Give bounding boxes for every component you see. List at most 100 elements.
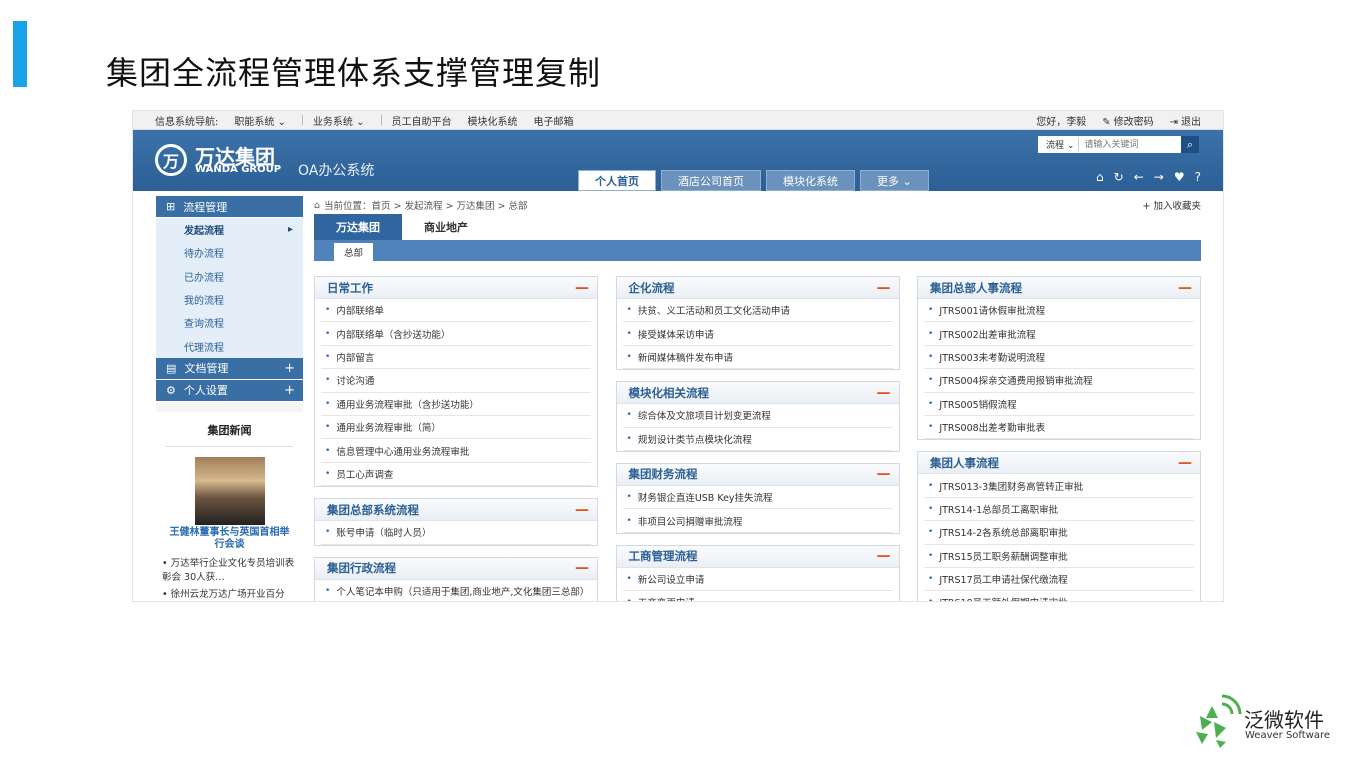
change-password-link[interactable]: ✎ 修改密码 [1102,113,1153,128]
process-link[interactable]: JTRS003未考勤说明流程 [924,346,1194,370]
collapse-icon[interactable]: — [1178,280,1192,296]
add-favorite-label: 加入收藏夹 [1153,201,1201,212]
process-link[interactable]: 讨论沟通 [321,369,591,393]
process-link[interactable]: JTRS008出差考勤审批表 [924,416,1194,440]
process-link[interactable]: 综合体及文旅项目计划变更流程 [622,404,893,428]
search-icon[interactable]: ⌕ [1181,136,1199,153]
nav-item-modular[interactable]: 模块化系统 [468,113,518,128]
process-link[interactable]: 规划设计类节点模块化流程 [622,428,893,451]
search-input[interactable] [1079,136,1181,153]
tab-headquarters[interactable]: 总部 [334,243,374,261]
process-link[interactable]: JTRS005销假流程 [924,393,1194,416]
news-item[interactable]: • 万达举行企业文化专员培训表彰会 30人获… [162,557,297,585]
tab-personal-home[interactable]: 个人首页 [578,170,656,191]
card-title-text: 工商管理流程 [628,549,698,564]
process-link[interactable]: 员工心声调查 [321,463,591,487]
process-link[interactable]: JTRS14-1总部员工离职审批 [924,498,1194,522]
process-link[interactable]: JTRS15员工职务薪酬调整审批 [924,545,1194,568]
sidebar-item-label: 发起流程 [184,226,224,238]
collapse-icon[interactable]: — [575,502,589,518]
process-link[interactable]: 非项目公司捐赠审批流程 [622,509,893,533]
news-title: 集团新闻 [166,422,293,447]
sidebar-item-query[interactable]: 查询流程 [156,311,303,334]
logout-label: 退出 [1181,116,1201,128]
nav-item-email[interactable]: 电子邮箱 [534,113,574,128]
card-title-text: 集团总部系统流程 [327,502,419,517]
process-link[interactable]: JTRS002出差审批流程 [924,322,1194,346]
process-link[interactable]: 内部留言 [321,346,591,370]
search-box: 流程 ⌄ ⌕ [1038,136,1199,153]
logout-link[interactable]: ⇥ 退出 [1170,113,1201,128]
favorite-icon[interactable]: ♥ [1174,170,1185,184]
collapse-icon[interactable]: — [877,385,891,401]
back-icon[interactable]: ← [1134,170,1144,184]
process-link[interactable]: 个人笔记本申购（只适用于集团,商业地产,文化集团三总部） [321,580,591,601]
process-column: 日常工作 — 内部联络单内部联络单（含抄送功能）内部留言讨论沟通通用业务流程审批（含… [314,276,598,601]
process-link[interactable]: 信息管理中心通用业务流程审批 [321,439,591,463]
card-title-text: 集团行政流程 [327,561,396,576]
process-link[interactable]: JTRS17员工申请社保代缴流程 [924,568,1194,592]
sidebar-item-todo[interactable]: 待办流程 [156,241,303,264]
group-tabs: 万达集团 商业地产 [314,214,1201,240]
nav-item-self-service[interactable]: 员工自助平台 [392,113,452,128]
collapse-icon[interactable]: — [877,280,891,296]
process-link[interactable]: JTRS001请休假审批流程 [924,299,1194,323]
process-link[interactable]: 新公司设立申请 [622,568,893,592]
process-link[interactable]: JTRS004探亲交通费用报销审批流程 [924,369,1194,393]
process-link[interactable]: JTRS14-2各系统总部离职审批 [924,521,1194,545]
process-link[interactable]: 接受媒体采访申请 [622,322,893,346]
card-title-text: 日常工作 [327,280,373,295]
search-scope-select[interactable]: 流程 ⌄ [1038,138,1080,151]
process-link[interactable]: 财务银企直连USB Key挂失流程 [622,486,893,510]
sidebar-document-management[interactable]: ▤ 文档管理 + [156,357,303,380]
process-link[interactable]: JTRS013-3集团财务高管转正审批 [924,474,1194,498]
weaver-logo-icon [1196,694,1242,748]
process-link[interactable]: 通用业务流程审批（含抄送功能） [321,393,591,416]
sub-tab-bar: 总部 [314,240,1201,261]
sidebar-personal-settings[interactable]: ⚙ 个人设置 + [156,379,303,402]
process-link[interactable]: 扶贫、义工活动和员工文化活动申请 [622,299,893,323]
news-item-text: 徐州云龙万达广场开业百分 [170,588,285,600]
refresh-icon[interactable]: ↻ [1114,170,1124,184]
process-link[interactable]: JTRS18员工额外假期申请审批 [924,591,1194,601]
tab-wanda-group[interactable]: 万达集团 [314,214,402,240]
sidebar: ⊞ 流程管理 发起流程 ▸ 待办流程 已办流程 我的流程 查询流程 代理流程 ▤ 文档… [156,196,303,601]
process-link[interactable]: 内部联络单（含抄送功能） [321,322,591,346]
process-link[interactable]: 工商变更申请 [623,591,893,601]
sidebar-item-proxy[interactable]: 代理流程 [156,334,303,357]
group-news: 集团新闻 王健林董事长与英国首相举行会谈 • 万达举行企业文化专员培训表彰会 3… [156,411,303,601]
collapse-icon[interactable]: — [575,560,589,576]
help-icon[interactable]: ? [1195,170,1201,184]
sidebar-item-mine[interactable]: 我的流程 [156,288,303,311]
home-icon[interactable]: ⌂ [1096,170,1104,184]
process-link[interactable]: 内部联络单 [321,299,591,323]
process-card: 集团总部系统流程 — 账号申请（临时人员） [314,498,598,546]
add-favorite-link[interactable]: + 加入收藏夹 [1143,198,1202,212]
sidebar-item-done[interactable]: 已办流程 [156,265,303,288]
caret-right-icon: ▸ [287,224,293,236]
collapse-icon[interactable]: — [877,466,891,482]
collapse-icon[interactable]: — [575,280,589,296]
collapse-icon[interactable]: — [1178,455,1192,471]
sidebar-process-management[interactable]: ⊞ 流程管理 [156,196,303,218]
forward-icon[interactable]: → [1154,170,1164,184]
process-link[interactable]: 通用业务流程审批（简） [321,416,591,440]
tab-more[interactable]: 更多 ⌄ [860,170,929,191]
news-item[interactable]: • 徐州云龙万达广场开业百分 [162,588,297,601]
tab-hotel-home[interactable]: 酒店公司首页 [661,170,761,191]
sidebar-item-start-process[interactable]: 发起流程 ▸ [156,218,303,241]
tab-commercial-realestate[interactable]: 商业地产 [402,214,490,240]
card-title: 集团行政流程 — [315,557,597,580]
change-password-label: 修改密码 [1113,116,1154,128]
tab-modular-system[interactable]: 模块化系统 [766,170,855,191]
nav-item-business[interactable]: 业务系统 ⌄ [313,113,365,128]
collapse-icon[interactable]: — [877,548,891,564]
process-link[interactable]: 账号申请（临时人员） [321,521,591,545]
news-caption[interactable]: 王健林董事长与英国首相举行会谈 [156,527,303,551]
news-photo[interactable] [194,456,265,525]
card-title: 集团人事流程 — [918,452,1200,475]
logo-english: WANDA GROUP [195,164,282,175]
process-card: 集团人事流程 — JTRS013-3集团财务高管转正审批JTRS14-1总部员工离职… [917,451,1201,601]
process-link[interactable]: 新闻媒体稿件发布申请 [622,346,893,370]
nav-item-functional[interactable]: 职能系统 ⌄ [234,113,286,128]
